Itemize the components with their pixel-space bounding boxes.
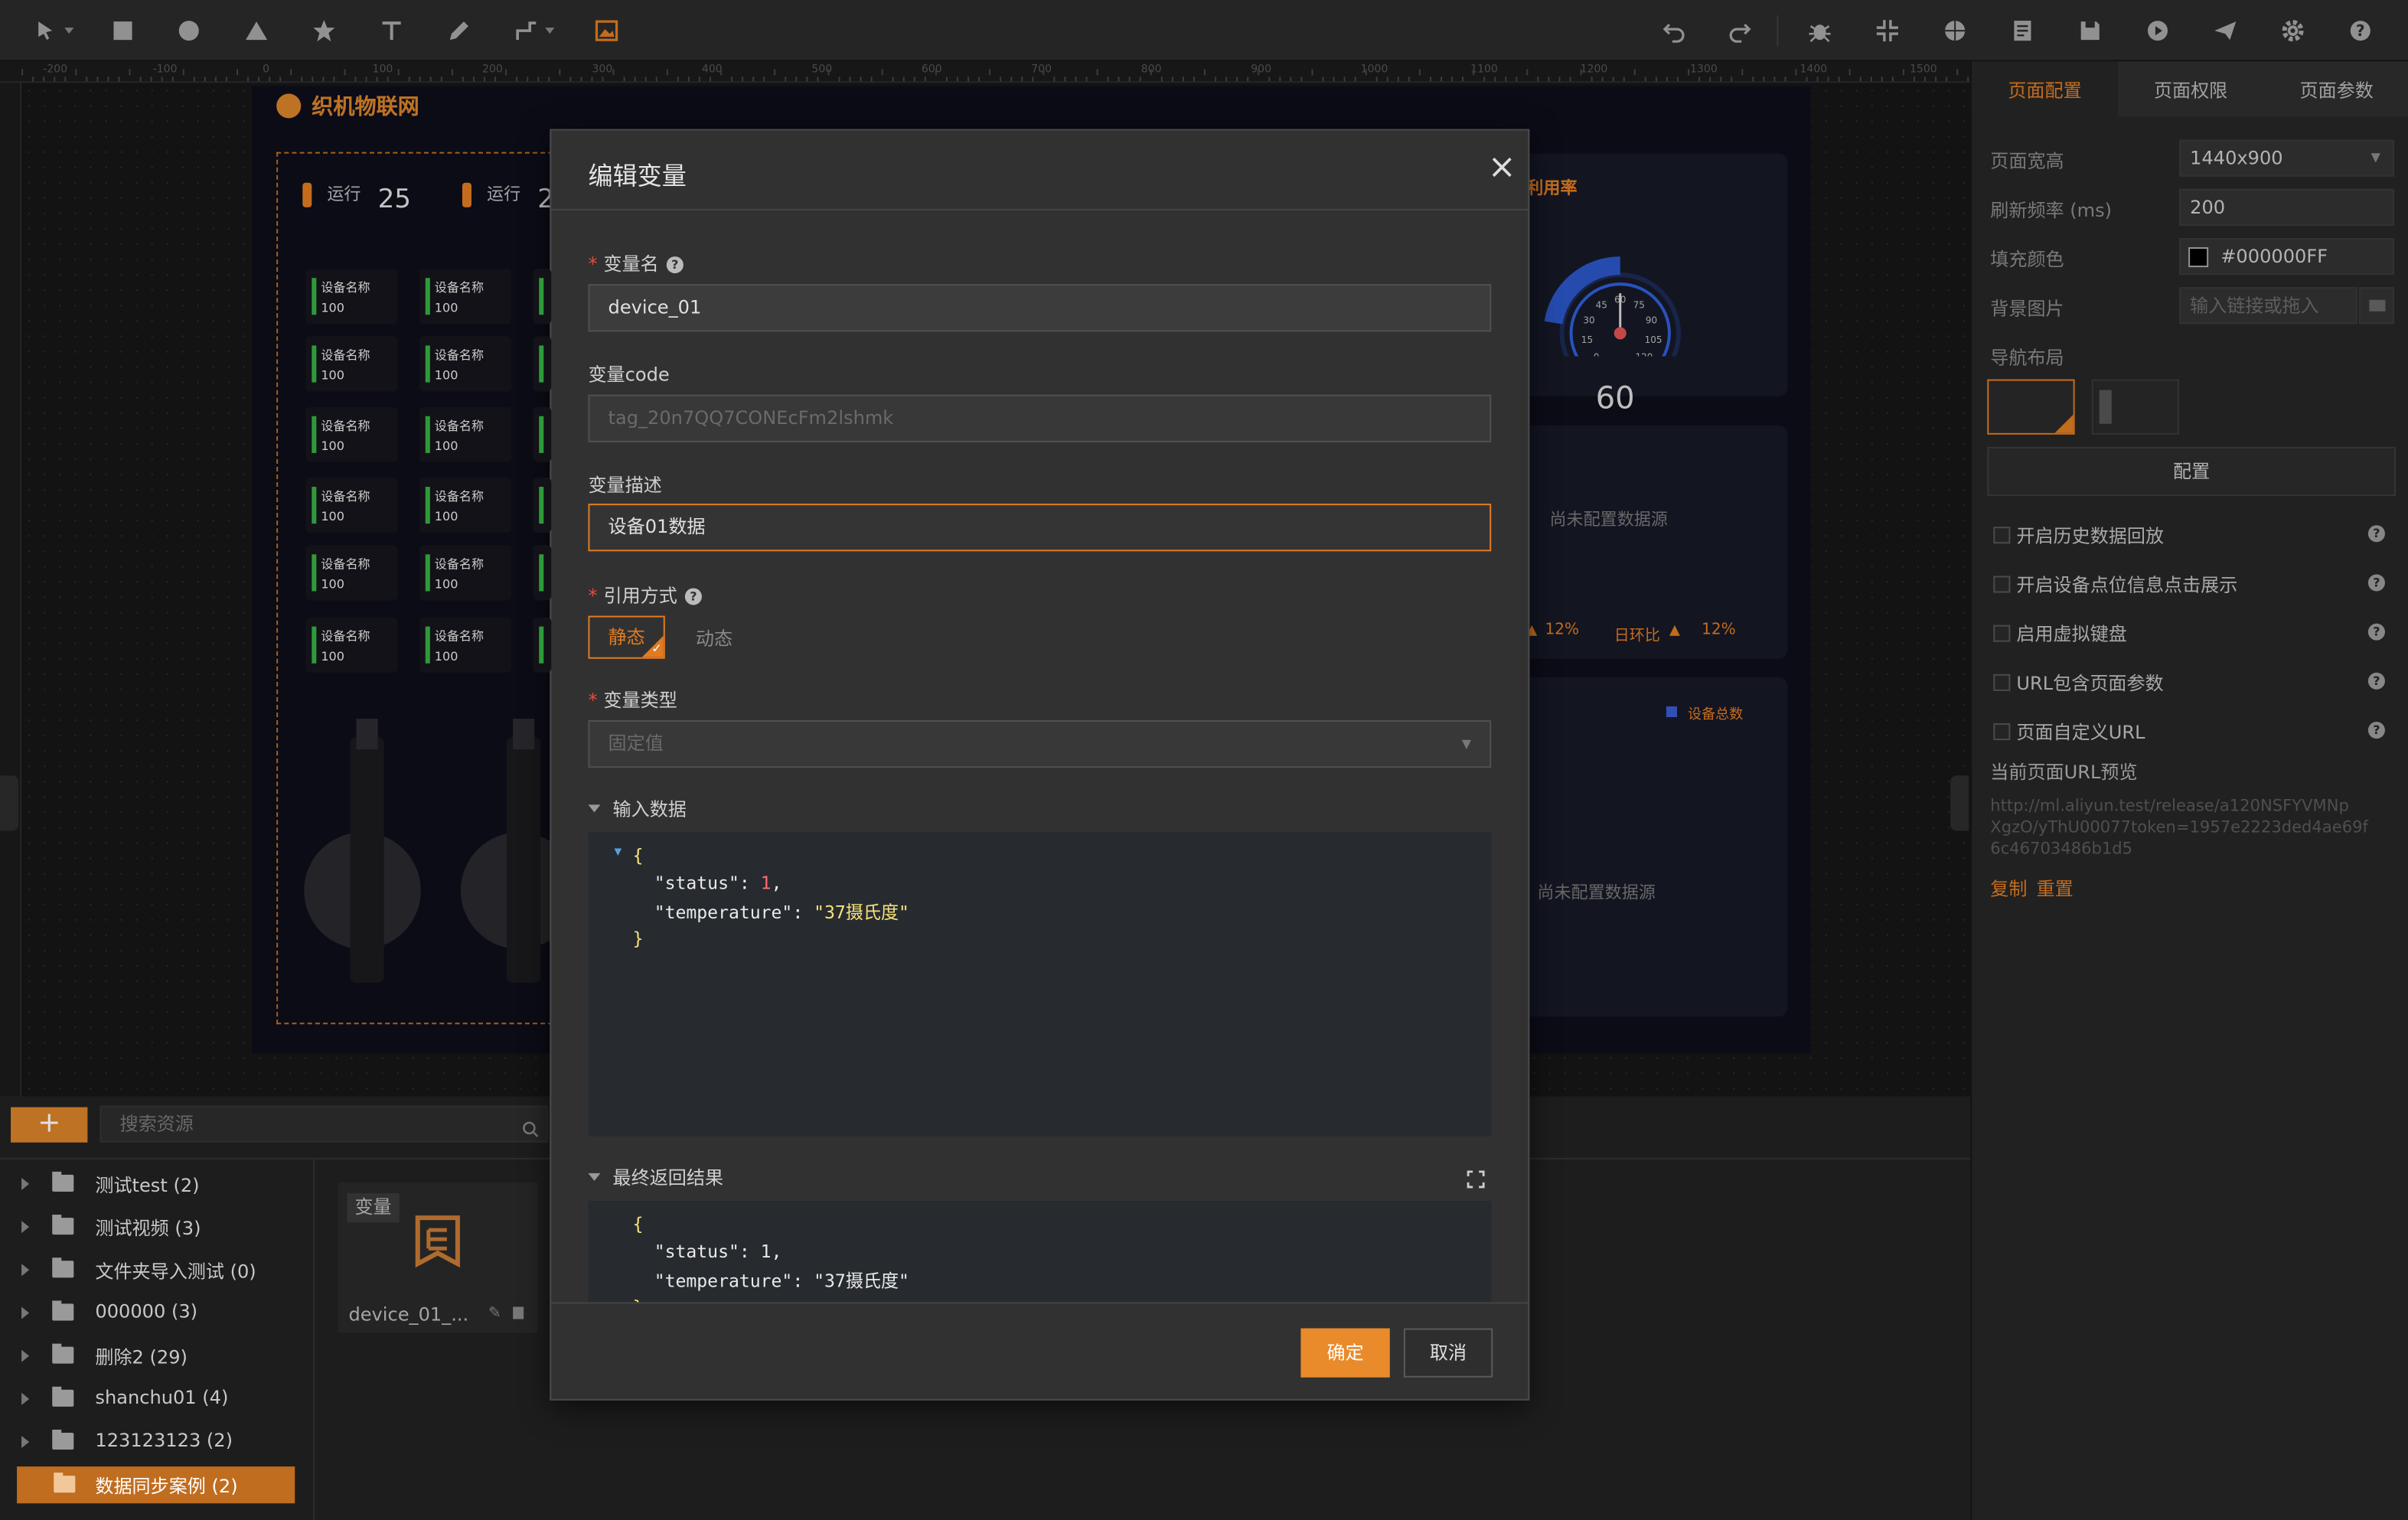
folder-icon <box>54 1473 76 1493</box>
tree-folder-item[interactable]: 数据同步案例 (2) <box>17 1466 295 1504</box>
folder-label: shanchu01 (4) <box>95 1386 229 1408</box>
device-tile: 设备名称 100 <box>419 336 512 392</box>
device-tile: 设备名称 100 <box>419 477 512 533</box>
input-data-section-toggle[interactable]: 输入数据 <box>588 795 687 821</box>
variable-type-label: * 变量类型 <box>588 689 677 711</box>
tree-folder-item[interactable]: shanchu01 (4) <box>0 1381 315 1417</box>
code-label: 变量code <box>588 364 670 386</box>
fold-arrow-icon: ▼ <box>614 844 622 859</box>
device-tile: 设备名称 100 <box>419 545 512 601</box>
collapse-arrow-icon <box>588 804 601 813</box>
device-tile <box>533 406 552 462</box>
device-tile: 设备名称 100 <box>305 269 398 325</box>
reference-mode-label: * 引用方式? <box>588 582 702 608</box>
json-brace: { <box>632 1213 644 1235</box>
device-tile: 设备名称 100 <box>305 406 398 462</box>
tree-folder-item[interactable]: 测试test (2) <box>0 1166 315 1202</box>
close-icon[interactable]: × <box>1485 152 1519 186</box>
device-tile <box>533 269 552 325</box>
tree-folder-item[interactable]: 文件夹导入测试 (0) <box>0 1251 315 1288</box>
description-label: 变量描述 <box>588 474 662 497</box>
variable-type-select: 固定值 ▼ <box>588 720 1492 768</box>
json-brace: } <box>632 927 644 949</box>
folder-icon <box>52 1386 74 1407</box>
json-line: "status": 1, <box>654 872 782 894</box>
folder-label: 123123123 (2) <box>95 1429 233 1452</box>
tree-folder-item[interactable]: 000000 (3) <box>0 1294 315 1331</box>
help-icon[interactable]: ? <box>666 256 684 274</box>
device-tile: 设备名称 100 <box>305 545 398 601</box>
chevron-down-icon: ▼ <box>1461 737 1472 752</box>
variable-name-input[interactable]: device_01 <box>588 284 1492 332</box>
device-tile: 设备名称 100 <box>305 336 398 392</box>
folder-icon <box>52 1215 74 1235</box>
confirm-button[interactable]: 确定 <box>1300 1328 1390 1378</box>
folder-icon <box>52 1429 74 1450</box>
input-data-editor[interactable]: ▼ { "status": 1, "temperature": "37摄氏度" … <box>588 832 1492 1137</box>
json-brace: } <box>633 1296 644 1302</box>
expand-arrow-icon[interactable] <box>21 1177 30 1190</box>
reference-dynamic-option[interactable]: 动态 <box>696 625 733 651</box>
variable-code-input: tag_20n7QQ7CONEcFm2lshmk <box>588 394 1492 442</box>
help-icon[interactable]: ? <box>684 588 702 605</box>
tree-folder-item[interactable]: 123123123 (2) <box>0 1424 315 1460</box>
edit-variable-dialog: 编辑变量 × * 变量名? device_01 变量code tag_20n7QQ… <box>550 129 1530 1401</box>
json-line: "temperature": "37摄氏度" <box>654 901 909 923</box>
tree-folder-item[interactable]: 测试视频 (3) <box>0 1208 315 1245</box>
device-tile: 设备名称 100 <box>305 477 398 533</box>
folder-label: 数据同步案例 (2) <box>95 1476 238 1498</box>
dialog-footer: 确定 取消 <box>551 1302 1529 1398</box>
device-tile <box>533 617 552 673</box>
device-tile: 设备名称 100 <box>305 617 398 673</box>
expand-arrow-icon[interactable] <box>21 1392 30 1405</box>
expand-arrow-icon[interactable] <box>21 1435 30 1449</box>
device-tile: 设备名称 100 <box>419 617 512 673</box>
device-tile: 设备名称 100 <box>419 406 512 462</box>
folder-icon <box>52 1257 74 1278</box>
json-line: "status": 1, <box>654 1241 782 1263</box>
folder-label: 测试test (2) <box>95 1174 200 1196</box>
dialog-title: 编辑变量 <box>588 161 687 191</box>
tree-folder-item[interactable]: 删除2 (29) <box>0 1338 315 1375</box>
json-brace: { <box>632 844 644 866</box>
cancel-button[interactable]: 取消 <box>1403 1328 1493 1378</box>
expand-arrow-icon[interactable] <box>21 1221 30 1234</box>
device-tile: 设备名称 100 <box>419 269 512 325</box>
fullscreen-icon[interactable] <box>1467 1166 1485 1195</box>
folder-icon <box>52 1171 74 1192</box>
collapse-arrow-icon <box>588 1173 601 1181</box>
variable-description-input[interactable]: 设备01数据 <box>588 504 1492 552</box>
expand-arrow-icon[interactable] <box>21 1264 30 1277</box>
reference-static-option[interactable]: 静态 ✓ <box>588 615 665 659</box>
device-tile <box>533 545 552 601</box>
folder-icon <box>52 1300 74 1321</box>
device-tile <box>533 336 552 392</box>
json-line: "temperature": "37摄氏度" <box>654 1270 909 1292</box>
check-icon: ✓ <box>651 641 662 656</box>
result-viewer: { "status": 1, "temperature": "37摄氏度" } <box>588 1201 1492 1303</box>
folder-icon <box>52 1343 74 1364</box>
folder-label: 测试视频 (3) <box>95 1218 201 1240</box>
folder-label: 删除2 (29) <box>95 1346 188 1368</box>
folder-label: 000000 (3) <box>95 1300 198 1323</box>
result-section-toggle[interactable]: 最终返回结果 <box>588 1164 723 1190</box>
expand-arrow-icon[interactable] <box>21 1349 30 1362</box>
device-tile <box>533 477 552 533</box>
name-label: * 变量名? <box>588 250 684 276</box>
expand-arrow-icon[interactable] <box>21 1306 30 1319</box>
folder-label: 文件夹导入测试 (0) <box>95 1261 256 1283</box>
